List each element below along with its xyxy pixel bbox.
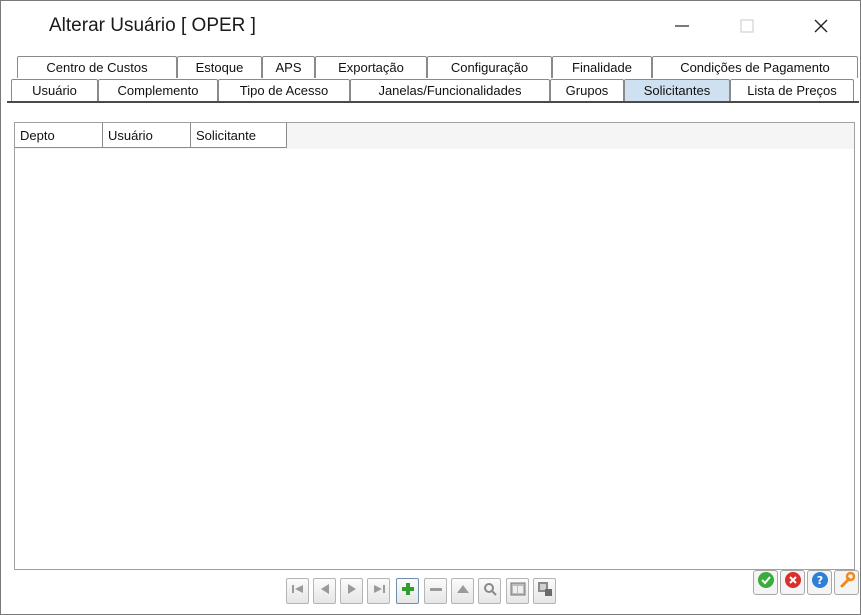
window-title: Alterar Usuário [ OPER ] (49, 15, 256, 36)
confirm-icon (757, 571, 775, 594)
tab-grupos[interactable]: Grupos (550, 79, 624, 101)
export-icon (537, 581, 553, 602)
last-record-button[interactable] (367, 578, 390, 604)
settings-wrench-icon (838, 571, 856, 594)
search-icon (483, 582, 497, 601)
cancel-icon (784, 571, 802, 594)
next-record-icon (345, 582, 359, 600)
minimize-button[interactable] (662, 9, 702, 43)
maximize-button[interactable] (727, 9, 767, 43)
tab-tipo-de-acesso[interactable]: Tipo de Acesso (218, 79, 350, 101)
column-header-solicitante[interactable]: Solicitante (191, 123, 287, 148)
tab-exportacao[interactable]: Exportação (315, 56, 427, 78)
insert-record-button[interactable] (396, 578, 419, 604)
edit-record-button[interactable] (451, 578, 474, 604)
prior-record-icon (318, 582, 332, 600)
delete-record-button[interactable] (424, 578, 447, 604)
tab-janelas-funcionalidades[interactable]: Janelas/Funcionalidades (350, 79, 550, 101)
first-record-button[interactable] (286, 578, 309, 604)
help-button[interactable]: ? (807, 570, 832, 595)
column-header-depto[interactable]: Depto (15, 123, 103, 148)
next-record-button[interactable] (340, 578, 363, 604)
tab-complemento[interactable]: Complemento (98, 79, 218, 101)
tab-lista-de-precos[interactable]: Lista de Preços (730, 79, 854, 101)
confirm-button[interactable] (753, 570, 778, 595)
tab-condicoes-de-pagamento[interactable]: Condições de Pagamento (652, 56, 858, 78)
tab-usuario[interactable]: Usuário (11, 79, 98, 101)
help-icon: ? (811, 571, 829, 594)
close-button[interactable] (801, 9, 841, 43)
prior-record-button[interactable] (313, 578, 336, 604)
tab-configuracao[interactable]: Configuração (427, 56, 552, 78)
delete-record-icon (429, 582, 443, 600)
column-header-usuario[interactable]: Usuário (103, 123, 191, 148)
first-record-icon (291, 582, 305, 600)
title-bar: Alterar Usuário [ OPER ] (1, 1, 860, 51)
grid-header: Depto Usuário Solicitante (15, 123, 854, 149)
export-button[interactable] (533, 578, 556, 604)
grid-view-icon (510, 582, 526, 601)
search-button[interactable] (478, 578, 501, 604)
tab-estoque[interactable]: Estoque (177, 56, 262, 78)
tab-finalidade[interactable]: Finalidade (552, 56, 652, 78)
tab-solicitantes[interactable]: Solicitantes (624, 79, 730, 101)
tab-divider (7, 101, 859, 103)
user-edit-window: Alterar Usuário [ OPER ] Centro de Custo… (0, 0, 861, 615)
close-icon (813, 18, 829, 34)
grid-view-button[interactable] (506, 578, 529, 604)
tab-aps[interactable]: APS (262, 56, 315, 78)
svg-text:?: ? (816, 574, 822, 587)
last-record-icon (372, 582, 386, 600)
insert-record-icon (401, 582, 415, 601)
settings-button[interactable] (834, 570, 859, 595)
solicitantes-grid[interactable]: Depto Usuário Solicitante (14, 122, 855, 570)
cancel-button[interactable] (780, 570, 805, 595)
maximize-icon (739, 18, 755, 34)
minimize-icon (674, 18, 690, 34)
tab-centro-de-custos[interactable]: Centro de Custos (17, 56, 177, 78)
edit-record-icon (456, 582, 470, 600)
